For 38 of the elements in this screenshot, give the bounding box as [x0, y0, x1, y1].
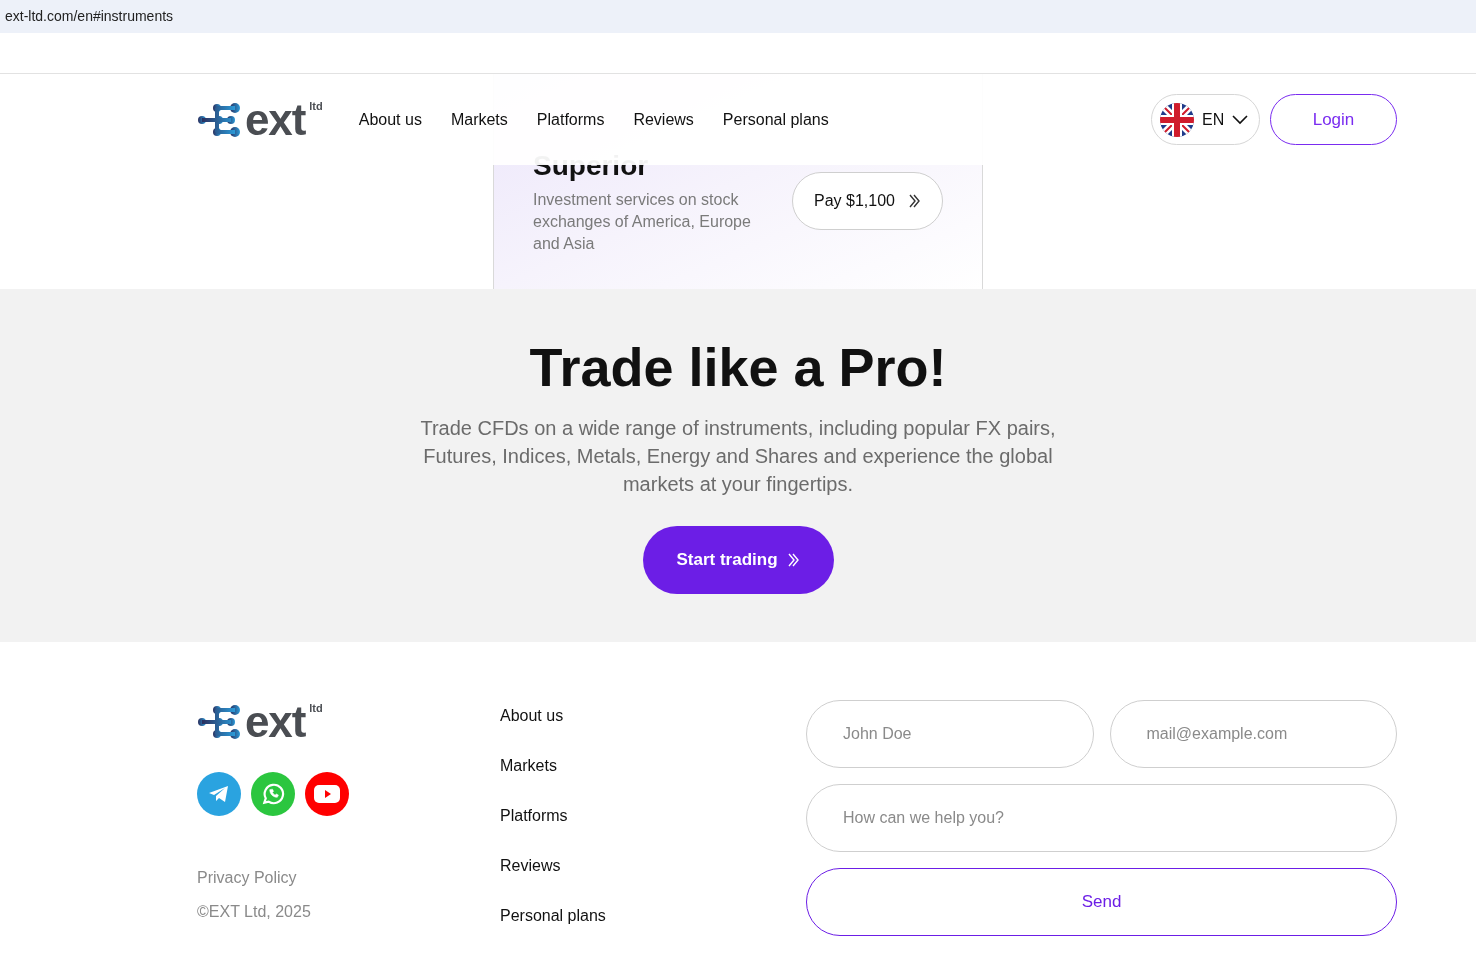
logo-suffix: ltd — [309, 701, 323, 716]
plan-description: Investment services on stock exchanges of America, Europe and Asia — [533, 190, 752, 254]
double-chevron-icon — [785, 551, 800, 568]
hero-title: Trade like a Pro! — [529, 336, 947, 399]
logo-mark-icon — [197, 102, 241, 137]
nav-link[interactable]: Personal plans — [722, 107, 829, 132]
chevron-down-icon — [1232, 114, 1249, 125]
logo-mark-icon — [197, 705, 241, 739]
footer-nav-link[interactable]: Markets — [500, 754, 806, 778]
footer-link[interactable]: Privacy Policy — [197, 866, 500, 890]
play-icon — [313, 783, 341, 805]
double-chevron-icon — [907, 193, 921, 209]
social-link[interactable] — [305, 772, 349, 816]
email-field[interactable]: mail@example.com — [1109, 700, 1397, 768]
language-selector[interactable]: EN — [1151, 94, 1260, 145]
url-text[interactable]: ext-ltd.com/en#instruments — [5, 6, 174, 27]
copyright-text: ©EXT Ltd, 2025 — [197, 902, 312, 922]
footer-nav-link[interactable]: Personal plans — [500, 904, 806, 928]
logo-text: ext — [245, 97, 306, 142]
union-flag-icon — [1160, 102, 1194, 137]
chat-phone-icon — [260, 781, 286, 807]
nav-link[interactable]: Reviews — [633, 107, 694, 132]
nav-link[interactable]: Markets — [450, 107, 508, 132]
nav-link[interactable]: About us — [358, 107, 422, 132]
hero-text: Trade CFDs on a wide range of instruments, including popular FX pairs, Futures, Indices, Metals, Energy and Shares and experience the global markets at your fingertips. — [419, 415, 1057, 497]
plan-title: Superior — [533, 149, 650, 183]
name-field[interactable]: John Doe — [806, 700, 1094, 768]
social-link[interactable] — [251, 772, 295, 816]
logo-text: ext — [245, 700, 306, 744]
logo-suffix: ltd — [309, 98, 323, 114]
footer-nav-link[interactable]: About us — [500, 704, 806, 728]
nav-link[interactable]: Platforms — [536, 107, 605, 132]
footer-nav-link[interactable]: Platforms — [500, 804, 806, 828]
social-link[interactable] — [197, 772, 241, 816]
pay-button[interactable]: Pay $1,100 — [792, 172, 943, 230]
start-trading-button[interactable]: Start trading — [642, 525, 834, 594]
footer-nav-link[interactable]: Reviews — [500, 854, 806, 878]
message-field[interactable]: How can we help you? — [806, 784, 1397, 852]
